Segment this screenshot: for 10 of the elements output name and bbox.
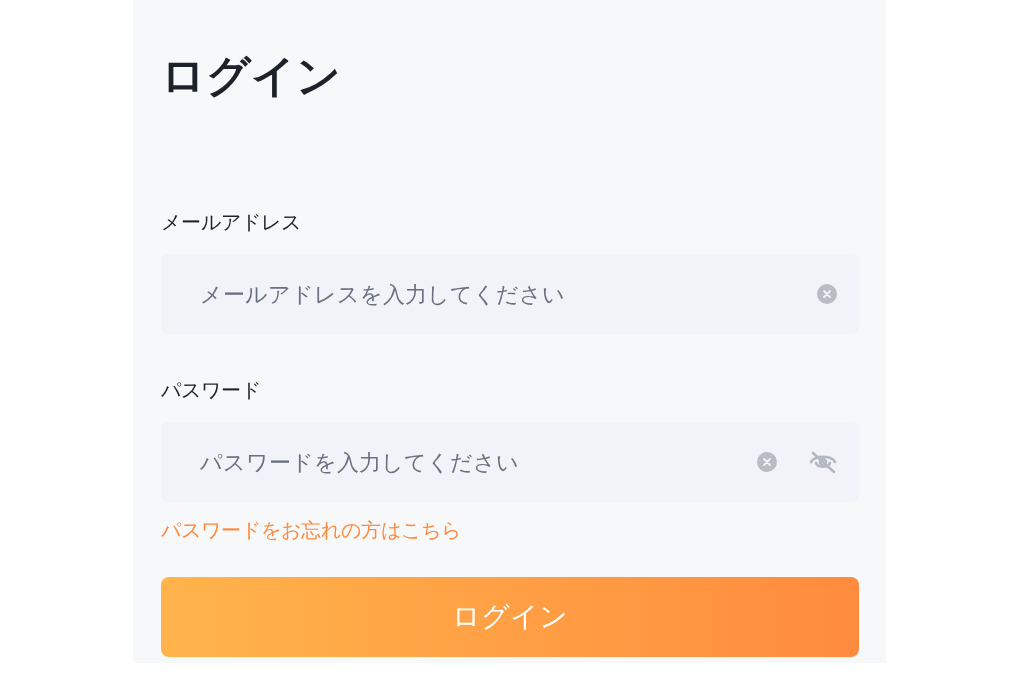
page-title: ログイン: [161, 50, 341, 102]
clear-icon[interactable]: [817, 284, 837, 304]
field-label: パスワード: [161, 377, 261, 404]
crossed-eye-icon[interactable]: [809, 451, 837, 473]
forgot-password-link[interactable]: パスワードをお忘れの方はこちら: [161, 516, 461, 544]
field-label: メールアドレス: [161, 209, 301, 236]
clear-icon[interactable]: [757, 452, 777, 472]
email-field[interactable]: メールアドレスを入力してください: [161, 254, 859, 334]
login-button[interactable]: ログイン: [161, 577, 859, 657]
password-field[interactable]: パスワードを入力してください: [161, 422, 859, 502]
